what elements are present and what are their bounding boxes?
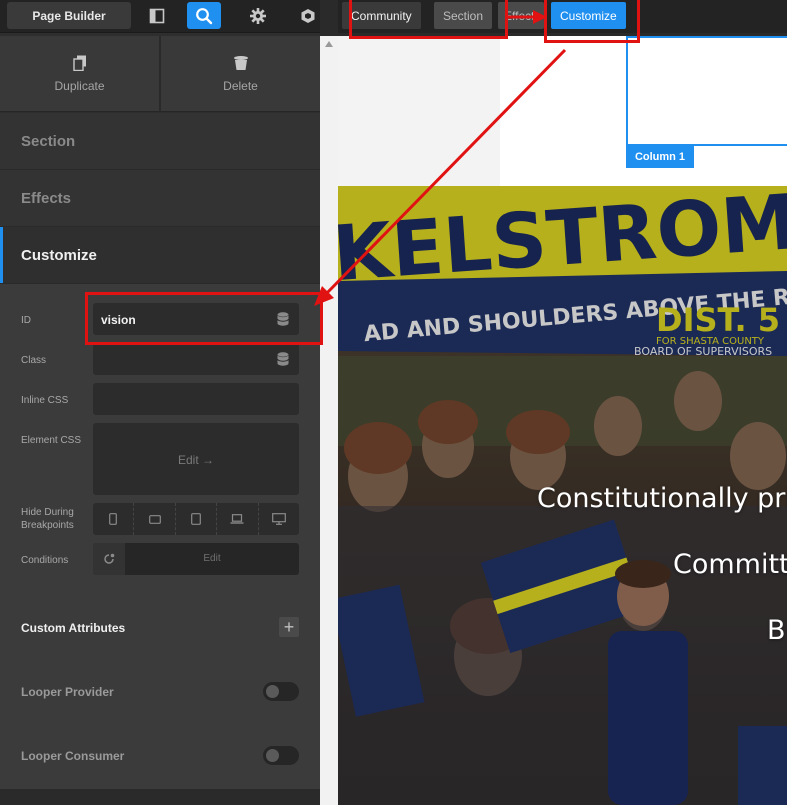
tablet-icon: [191, 513, 201, 525]
hide-label-line-1: Hide During: [21, 507, 74, 518]
hero-line-3: B: [767, 615, 786, 646]
customize-panel: ID vision Class Inline CSS Element CSS E…: [0, 284, 320, 789]
element-css-edit: Edit →: [177, 453, 214, 467]
gear-icon[interactable]: [241, 2, 275, 29]
builder-toolbar: Page Builder: [0, 0, 320, 33]
conditions-icon: [104, 553, 115, 564]
trash-icon: [233, 55, 248, 70]
hero-line-2: Committ: [673, 549, 787, 580]
highlight-customize-tab: [544, 0, 640, 43]
layout-icon[interactable]: [140, 2, 174, 29]
cube-icon[interactable]: [291, 2, 325, 29]
hero-line-1: Constitutionally pri: [537, 483, 787, 514]
duplicate-button[interactable]: Duplicate: [0, 36, 159, 111]
hide-label-line-2: Breakpoints: [21, 520, 74, 531]
looper-consumer-label: Looper Consumer: [21, 749, 125, 763]
looper-provider-toggle[interactable]: [263, 682, 299, 701]
laptop-icon: [230, 514, 244, 524]
highlight-id-field: [85, 292, 323, 345]
custom-attributes-label: Custom Attributes: [21, 621, 126, 635]
element-css-label: Element CSS: [21, 435, 82, 446]
tab-section[interactable]: Section: [0, 113, 320, 170]
looper-consumer-toggle[interactable]: [263, 746, 299, 765]
element-actions: Duplicate Delete: [0, 36, 320, 112]
inline-css-input[interactable]: [93, 383, 299, 415]
breakpoint-sm-toggle[interactable]: [133, 503, 174, 535]
conditions-label: Conditions: [21, 555, 69, 566]
phone-landscape-icon: [148, 514, 161, 524]
delete-button[interactable]: Delete: [159, 36, 320, 111]
phone-icon: [109, 513, 118, 525]
breakpoint-toggles: [93, 503, 299, 535]
breakpoint-xs-toggle[interactable]: [93, 503, 133, 535]
builder-panel: Page Builder Duplicate Delete Section Ef…: [0, 0, 320, 805]
delete-label: Delete: [223, 78, 258, 93]
looper-provider-label: Looper Provider: [21, 685, 114, 699]
column-outline[interactable]: [626, 36, 787, 146]
preview-scrollbar[interactable]: [320, 36, 338, 805]
class-label: Class: [21, 355, 47, 366]
search-icon[interactable]: [187, 2, 221, 29]
breakpoint-md-toggle[interactable]: [174, 503, 216, 535]
add-attribute-button[interactable]: +: [279, 617, 299, 637]
page-builder-button[interactable]: Page Builder: [7, 2, 131, 29]
breakpoint-xl-toggle[interactable]: [257, 503, 299, 535]
duplicate-icon: [72, 55, 86, 71]
database-icon[interactable]: [277, 352, 289, 366]
conditions-add-button[interactable]: [93, 543, 125, 575]
conditions-control: Edit: [93, 543, 299, 575]
id-label: ID: [21, 315, 31, 326]
highlight-breadcrumb: [349, 0, 508, 39]
inline-css-label: Inline CSS: [21, 395, 69, 406]
hero-photo: KELSTROM AD AND SHOULDERS ABOVE THE REST…: [338, 186, 787, 805]
conditions-edit-button[interactable]: Edit: [125, 553, 299, 564]
duplicate-label: Duplicate: [54, 78, 105, 93]
desktop-icon: [271, 513, 286, 525]
class-input[interactable]: [93, 343, 299, 375]
scroll-up-icon: [325, 41, 333, 47]
element-css-editor[interactable]: Edit →: [93, 423, 299, 495]
column-label[interactable]: Column 1: [626, 146, 694, 168]
tab-effects[interactable]: Effects: [0, 170, 320, 227]
tab-customize[interactable]: Customize: [0, 227, 320, 284]
breakpoint-lg-toggle[interactable]: [216, 503, 257, 535]
panel-footer: [0, 789, 320, 805]
hide-breakpoints-label: Hide During Breakpoints: [21, 506, 74, 532]
